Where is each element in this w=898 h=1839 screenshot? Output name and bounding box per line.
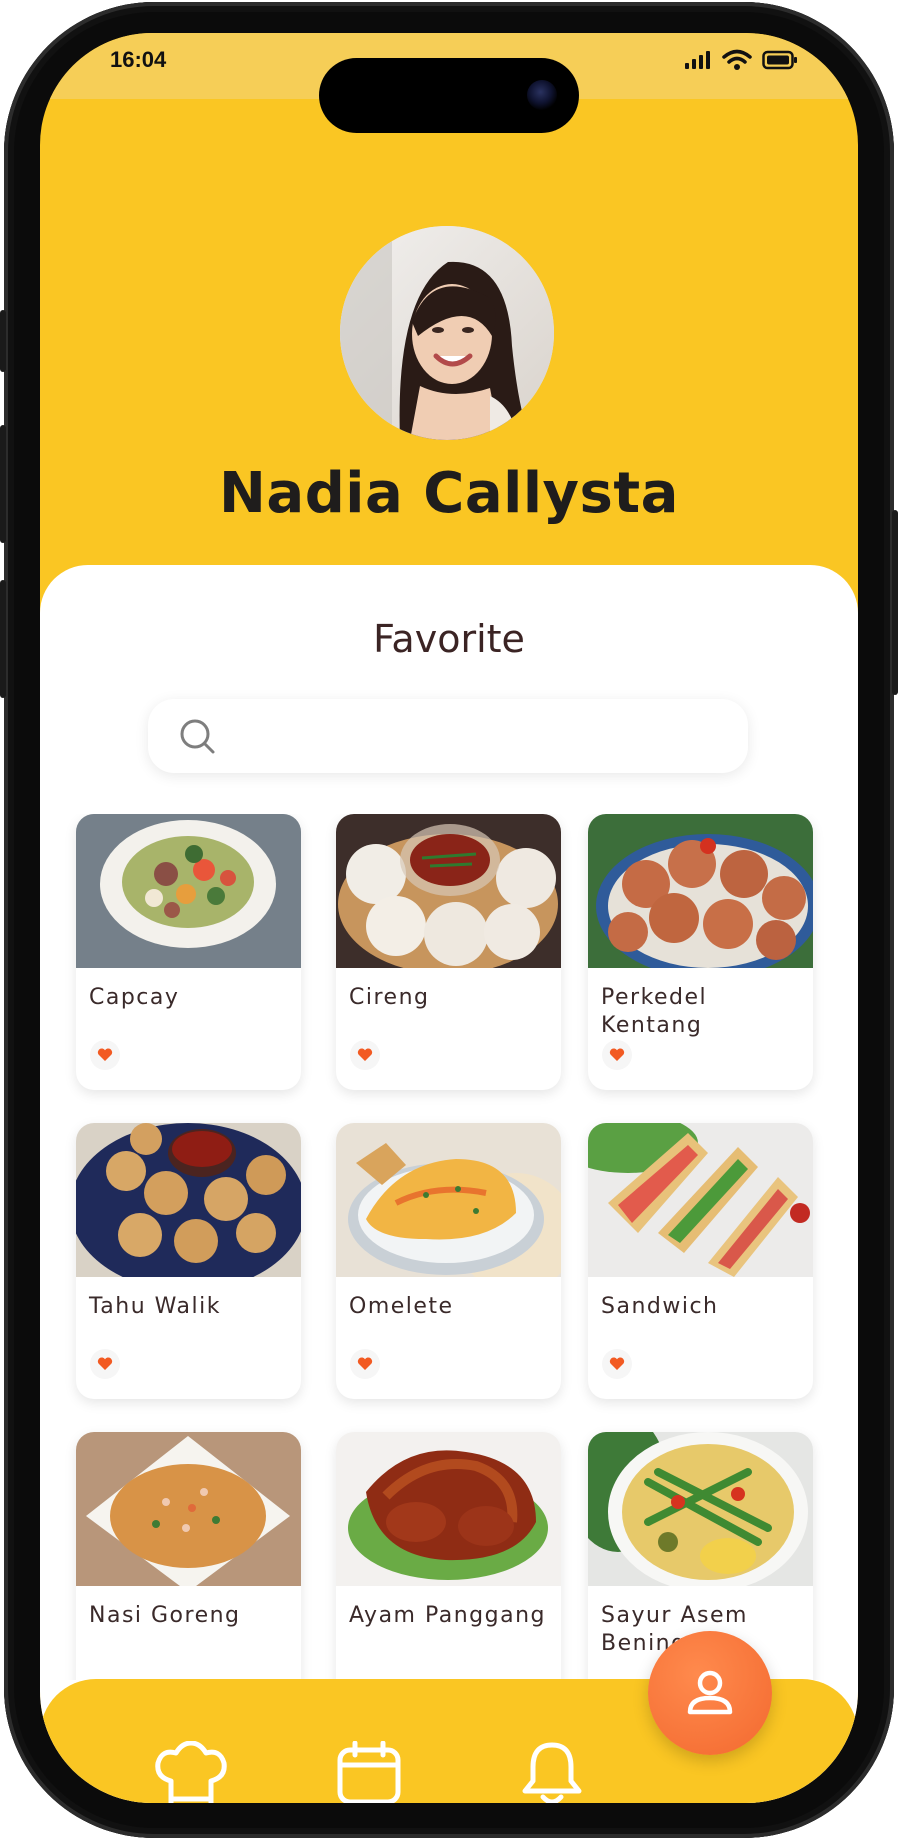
phone-power-button bbox=[892, 510, 898, 695]
food-name: Cireng bbox=[349, 985, 430, 1010]
status-icons bbox=[684, 49, 798, 71]
dynamic-island bbox=[319, 58, 579, 133]
avatar-photo bbox=[340, 226, 554, 440]
heart-icon bbox=[97, 1048, 113, 1061]
favorites-grid: Capcay Cireng Perkedel Kentang Tahu Wali… bbox=[40, 814, 858, 1680]
heart-icon bbox=[357, 1357, 373, 1370]
phone-action-button bbox=[0, 310, 6, 372]
food-name: Perkedel Kentang bbox=[601, 985, 708, 1038]
food-image bbox=[588, 1123, 813, 1277]
heart-icon bbox=[357, 1048, 373, 1061]
favorite-toggle[interactable] bbox=[90, 1349, 120, 1379]
section-title: Favorite bbox=[373, 617, 525, 661]
calendar-icon bbox=[337, 1740, 401, 1803]
nav-recipes[interactable] bbox=[152, 1740, 230, 1803]
food-card-nasi-goreng[interactable]: Nasi Goreng bbox=[76, 1432, 301, 1680]
front-camera bbox=[527, 80, 557, 110]
food-card-capcay[interactable]: Capcay bbox=[76, 814, 301, 1090]
food-card-perkedel-kentang[interactable]: Perkedel Kentang bbox=[588, 814, 813, 1090]
heart-icon bbox=[609, 1048, 625, 1061]
heart-icon bbox=[609, 1357, 625, 1370]
food-image bbox=[76, 814, 301, 968]
favorite-toggle[interactable] bbox=[602, 1040, 632, 1070]
food-name: Tahu Walik bbox=[89, 1294, 221, 1319]
food-name: Ayam Panggang bbox=[349, 1603, 547, 1628]
food-image bbox=[336, 1123, 561, 1277]
profile-name: Nadia Callysta bbox=[219, 461, 679, 526]
favorite-toggle[interactable] bbox=[90, 1040, 120, 1070]
favorite-toggle[interactable] bbox=[350, 1349, 380, 1379]
food-image bbox=[76, 1432, 301, 1586]
food-name: Capcay bbox=[89, 985, 180, 1010]
nav-profile-button[interactable] bbox=[648, 1631, 772, 1755]
nav-notifications[interactable] bbox=[521, 1741, 583, 1803]
food-card-sandwich[interactable]: Sandwich bbox=[588, 1123, 813, 1399]
bell-icon bbox=[522, 1742, 582, 1803]
food-name: Nasi Goreng bbox=[89, 1603, 241, 1628]
search-icon bbox=[180, 719, 215, 754]
battery-icon bbox=[762, 50, 797, 70]
food-card-ayam-panggang[interactable]: Ayam Panggang bbox=[336, 1432, 561, 1680]
heart-icon bbox=[97, 1357, 113, 1370]
food-image bbox=[76, 1123, 301, 1277]
status-time: 16:04 bbox=[110, 47, 167, 72]
chef-hat-icon bbox=[155, 1740, 227, 1803]
food-image bbox=[336, 1432, 561, 1586]
food-card-tahu-walik[interactable]: Tahu Walik bbox=[76, 1123, 301, 1399]
food-image bbox=[588, 1432, 813, 1586]
phone-volume-down-button bbox=[0, 580, 6, 698]
search-input[interactable] bbox=[232, 713, 716, 761]
food-image bbox=[588, 814, 813, 968]
avatar bbox=[340, 226, 554, 440]
user-icon bbox=[687, 1670, 733, 1715]
food-image bbox=[336, 814, 561, 968]
favorite-toggle[interactable] bbox=[350, 1040, 380, 1070]
food-name: Sandwich bbox=[601, 1294, 719, 1319]
food-card-omelete[interactable]: Omelete bbox=[336, 1123, 561, 1399]
nav-calendar[interactable] bbox=[336, 1740, 402, 1803]
signal-icon bbox=[685, 51, 710, 69]
wifi-icon bbox=[722, 49, 752, 70]
food-card-cireng[interactable]: Cireng bbox=[336, 814, 561, 1090]
favorite-toggle[interactable] bbox=[602, 1349, 632, 1379]
app-screen: 16:04 Nadia Callysta Favorite Capcay Cir… bbox=[40, 33, 858, 1803]
food-name: Omelete bbox=[349, 1294, 454, 1319]
search-bar[interactable] bbox=[148, 699, 748, 773]
phone-volume-up-button bbox=[0, 425, 6, 543]
